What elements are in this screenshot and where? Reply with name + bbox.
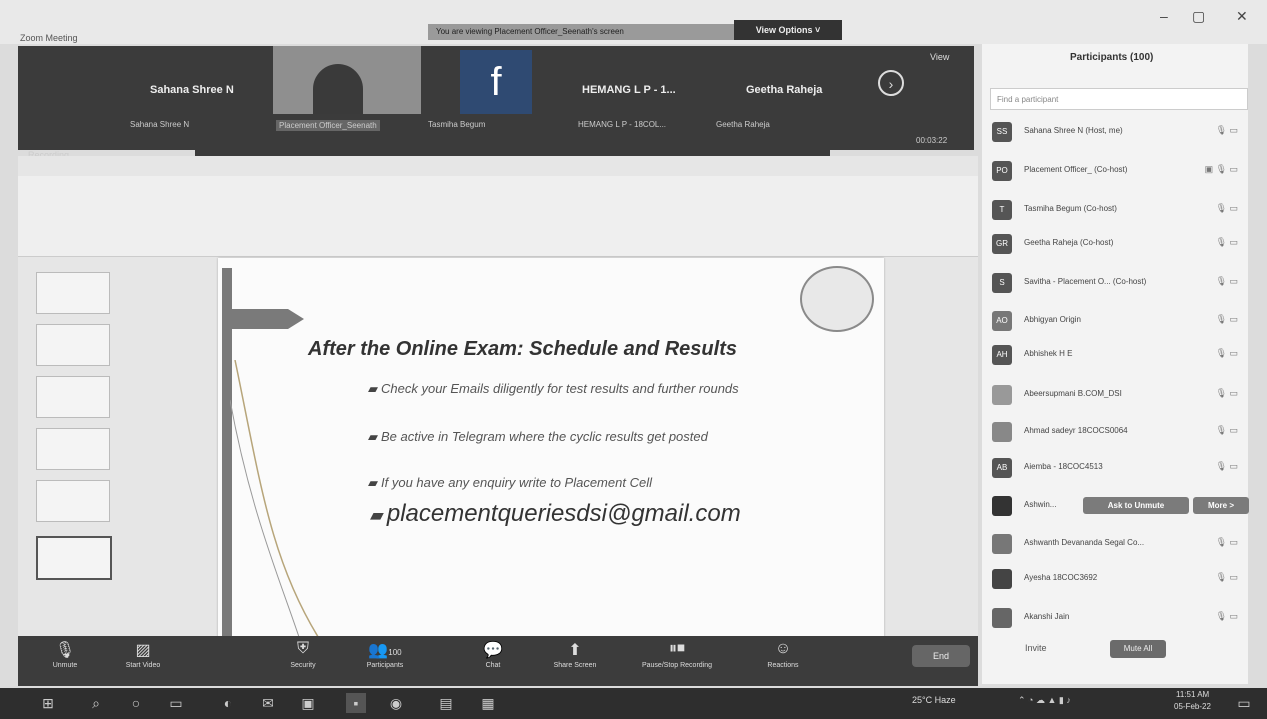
facebook-avatar-tile[interactable]: f	[460, 50, 532, 114]
zoom-app-icon[interactable]: ▪	[346, 693, 366, 713]
cortana-icon[interactable]: ○	[126, 693, 146, 713]
participant-row[interactable]: Akanshi Jain 🎙 ▭	[990, 604, 1246, 632]
slide-bullet: ▰ If you have any enquiry write to Placem…	[368, 475, 652, 490]
ask-to-unmute-button[interactable]: Ask to Unmute	[1083, 497, 1189, 514]
mute-all-button[interactable]: Mute All	[1110, 640, 1166, 658]
tile-sub: Sahana Shree N	[130, 120, 190, 129]
chrome-icon[interactable]: ◉	[386, 693, 406, 713]
tile-name: Sahana Shree N	[150, 84, 234, 96]
participant-row[interactable]: Ayesha 18COC3692 🎙 ▭	[990, 565, 1246, 593]
video-tile-placement[interactable]	[273, 46, 421, 114]
mail-icon[interactable]: ✉	[258, 693, 278, 713]
windows-taskbar	[0, 688, 1267, 719]
slide-thumbnails	[30, 262, 116, 642]
microphone-muted-icon: 🎙	[54, 642, 76, 659]
pause-stop-recording-button[interactable]: ⏸⏹ Pause/Stop Recording	[622, 640, 732, 669]
window-title: Zoom Meeting	[20, 33, 78, 43]
view-options-button[interactable]: View Options ˅	[734, 20, 842, 40]
participant-row[interactable]: PO Placement Officer_ (Co-host) ▣ 🎙 ▭	[990, 157, 1246, 185]
chat-icon: 💬	[483, 642, 503, 659]
tile-sub: Placement Officer_Seenath	[276, 120, 380, 131]
pause-stop-icon: ⏸⏹	[668, 640, 685, 657]
weather-widget[interactable]: 25°C Haze	[912, 695, 956, 705]
end-meeting-button[interactable]: End	[912, 645, 970, 667]
participants-icon: 👥100	[368, 642, 402, 659]
windows-start-icon[interactable]: ⊞	[38, 693, 58, 713]
participant-row[interactable]: AH Abhishek H E 🎙 ▭	[990, 341, 1246, 369]
meeting-timer: 00:03:22	[916, 136, 948, 145]
start-video-button[interactable]: ▨ Start Video	[98, 640, 188, 669]
participants-button[interactable]: 👥100 Participants	[340, 640, 430, 669]
photos-icon[interactable]: ▤	[436, 693, 456, 713]
search-icon[interactable]: ⌕	[86, 693, 106, 713]
participant-row[interactable]: GR Geetha Raheja (Co-host) 🎙 ▭	[990, 230, 1246, 258]
edge-browser-icon[interactable]: ◐	[218, 693, 238, 713]
person-silhouette	[313, 64, 363, 114]
smiley-icon: ☺	[774, 640, 792, 657]
slide-title: After the Online Exam: Schedule and Resu…	[308, 338, 737, 360]
excel-icon[interactable]: ▦	[478, 693, 498, 713]
security-button[interactable]: ⛨ Security	[258, 640, 348, 669]
next-page-arrow-icon[interactable]: ›	[878, 70, 904, 96]
participants-title: Participants (100)	[1070, 52, 1154, 63]
participant-row[interactable]: AB Aiemba - 18COC4513 🎙 ▭	[990, 454, 1246, 482]
minimize-button[interactable]: –	[1160, 8, 1168, 24]
slide-thumbnail[interactable]	[36, 272, 110, 314]
institution-seal-logo	[800, 266, 874, 332]
slide-thumbnail[interactable]	[36, 480, 110, 522]
slide-email: ▰ placementqueriesdsi@gmail.com	[370, 500, 741, 527]
slide-thumbnail-selected[interactable]	[36, 536, 112, 580]
video-off-icon: ▨	[135, 642, 151, 659]
viewing-banner: You are viewing Placement Officer_Seenat…	[428, 24, 734, 40]
share-screen-button[interactable]: ⬆ Share Screen	[530, 640, 620, 669]
chat-button[interactable]: 💬 Chat	[448, 640, 538, 669]
view-button[interactable]: View	[930, 52, 949, 62]
slide-thumbnail[interactable]	[36, 376, 110, 418]
system-tray-icons[interactable]: ⌃ ◔ ☁ ▲ ▮ ♪	[1018, 695, 1071, 706]
slide-thumbnail[interactable]	[36, 324, 110, 366]
participant-row[interactable]: AO Abhigyan Origin 🎙 ▭	[990, 307, 1246, 335]
maximize-button[interactable]: ▢	[1192, 8, 1205, 25]
close-button[interactable]: ✕	[1236, 8, 1248, 25]
signpost-arrow	[224, 309, 304, 329]
slide-bullet: ▰ Check your Emails diligently for test r…	[368, 381, 739, 396]
more-button[interactable]: More >	[1193, 497, 1249, 514]
ppt-ribbon	[18, 176, 978, 257]
task-view-icon[interactable]: ▭	[166, 693, 186, 713]
clock-time[interactable]: 11:51 AM	[1176, 690, 1209, 699]
unmute-button[interactable]: 🎙 Unmute	[20, 640, 110, 669]
clock-date[interactable]: 05-Feb-22	[1174, 702, 1211, 711]
tile-sub: Geetha Raheja	[716, 120, 770, 129]
tile-sub: HEMANG L P - 18COL...	[578, 120, 667, 129]
participant-row[interactable]: Ashwanth Devananda Segal Co... 🎙 ▭	[990, 530, 1246, 558]
tile-name: HEMANG L P - 1...	[582, 84, 676, 96]
shield-icon: ⛨	[296, 640, 309, 657]
share-screen-icon: ⬆	[568, 642, 582, 659]
tile-sub: Tasmiha Begum	[428, 120, 486, 129]
participant-row[interactable]: SS Sahana Shree N (Host, me) 🎙 ▭	[990, 118, 1246, 146]
participant-row[interactable]: Abeersupmani B.COM_DSI 🎙 ▭	[990, 381, 1246, 409]
slide-bullet: ▰ Be active in Telegram where the cyclic …	[368, 429, 708, 444]
participant-row[interactable]: S Savitha - Placement O... (Co-host) 🎙 ▭	[990, 269, 1246, 297]
invite-button[interactable]: Invite	[1025, 643, 1047, 653]
participant-row[interactable]: T Tasmiha Begum (Co-host) 🎙 ▭	[990, 196, 1246, 224]
store-icon[interactable]: ▣	[298, 693, 318, 713]
notification-icon[interactable]: ▭	[1234, 693, 1254, 713]
reactions-button[interactable]: ☺ Reactions	[738, 640, 828, 669]
tile-name: Geetha Raheja	[746, 84, 823, 96]
decorative-curves	[230, 360, 321, 640]
participant-row[interactable]: Ahmad sadeyr 18COCS0064 🎙 ▭	[990, 418, 1246, 446]
slide-thumbnail[interactable]	[36, 428, 110, 470]
participant-search-input[interactable]: Find a participant	[990, 88, 1248, 110]
